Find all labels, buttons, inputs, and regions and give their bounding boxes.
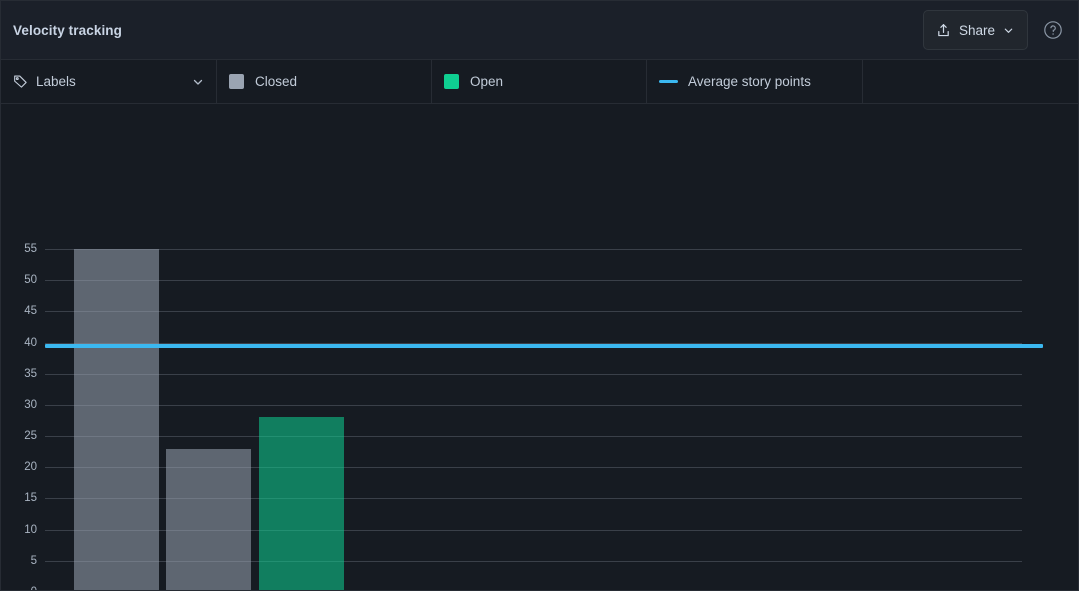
y-axis-tick-label: 15 xyxy=(24,492,37,505)
y-axis-tick-label: 30 xyxy=(24,398,37,411)
y-axis-tick-label: 25 xyxy=(24,430,37,443)
chart-bar[interactable] xyxy=(258,417,344,590)
chart-canvas: 0510152025303540455055 Sprint 0Sprint 1S… xyxy=(1,104,1078,590)
share-button-label: Share xyxy=(958,22,995,38)
chart-bar[interactable] xyxy=(73,249,159,590)
labels-filter-label: Labels xyxy=(36,74,76,89)
gridline xyxy=(45,373,1022,375)
plot-area xyxy=(45,249,1043,590)
legend-item-average-story-points[interactable]: Average story points xyxy=(647,60,863,103)
y-axis-tick-label: 5 xyxy=(30,554,37,567)
y-axis-tick-label: 50 xyxy=(24,274,37,287)
gridline xyxy=(45,280,1022,282)
legend-swatch-open xyxy=(444,74,459,89)
gridline xyxy=(45,404,1022,406)
share-upload-icon xyxy=(936,23,951,38)
average-story-points-line[interactable] xyxy=(45,343,1043,348)
gridline xyxy=(45,436,1022,438)
help-button[interactable] xyxy=(1042,19,1064,41)
chevron-down-icon xyxy=(1003,25,1014,36)
legend-item-closed[interactable]: Closed xyxy=(217,60,432,103)
share-button[interactable]: Share xyxy=(922,10,1028,50)
chart-bar[interactable] xyxy=(166,448,251,590)
help-circle-icon xyxy=(1043,20,1063,40)
legend-label-closed: Closed xyxy=(255,74,298,89)
y-axis-tick-label: 55 xyxy=(24,243,37,255)
labels-filter-dropdown[interactable]: Labels xyxy=(1,60,217,103)
legend-bar: Labels Closed Open Average story points xyxy=(1,60,1078,104)
legend-item-open[interactable]: Open xyxy=(432,60,647,103)
legend-swatch-average xyxy=(659,80,678,83)
velocity-tracking-panel: Velocity tracking Share Labels Closed Op… xyxy=(0,0,1079,591)
legend-empty-cell xyxy=(863,60,1078,103)
y-axis-tick-label: 0 xyxy=(31,586,37,590)
y-axis-tick-label: 35 xyxy=(24,367,37,380)
panel-header: Velocity tracking Share xyxy=(1,1,1078,60)
tag-icon xyxy=(13,74,28,89)
y-axis-tick-label: 20 xyxy=(24,461,37,474)
chevron-down-icon xyxy=(192,76,204,88)
y-axis-tick-label: 45 xyxy=(24,305,37,318)
gridline xyxy=(45,311,1022,313)
y-axis-tick-label: 10 xyxy=(24,523,37,536)
y-axis: 0 5 10 15 20 25 30 35 40 45 50 55 xyxy=(1,104,37,590)
legend-swatch-closed xyxy=(229,74,244,89)
legend-label-open: Open xyxy=(470,74,504,89)
y-axis-tick-label: 40 xyxy=(24,336,37,349)
gridline xyxy=(45,249,1022,250)
page-title: Velocity tracking xyxy=(13,22,122,38)
legend-label-average: Average story points xyxy=(688,74,811,89)
